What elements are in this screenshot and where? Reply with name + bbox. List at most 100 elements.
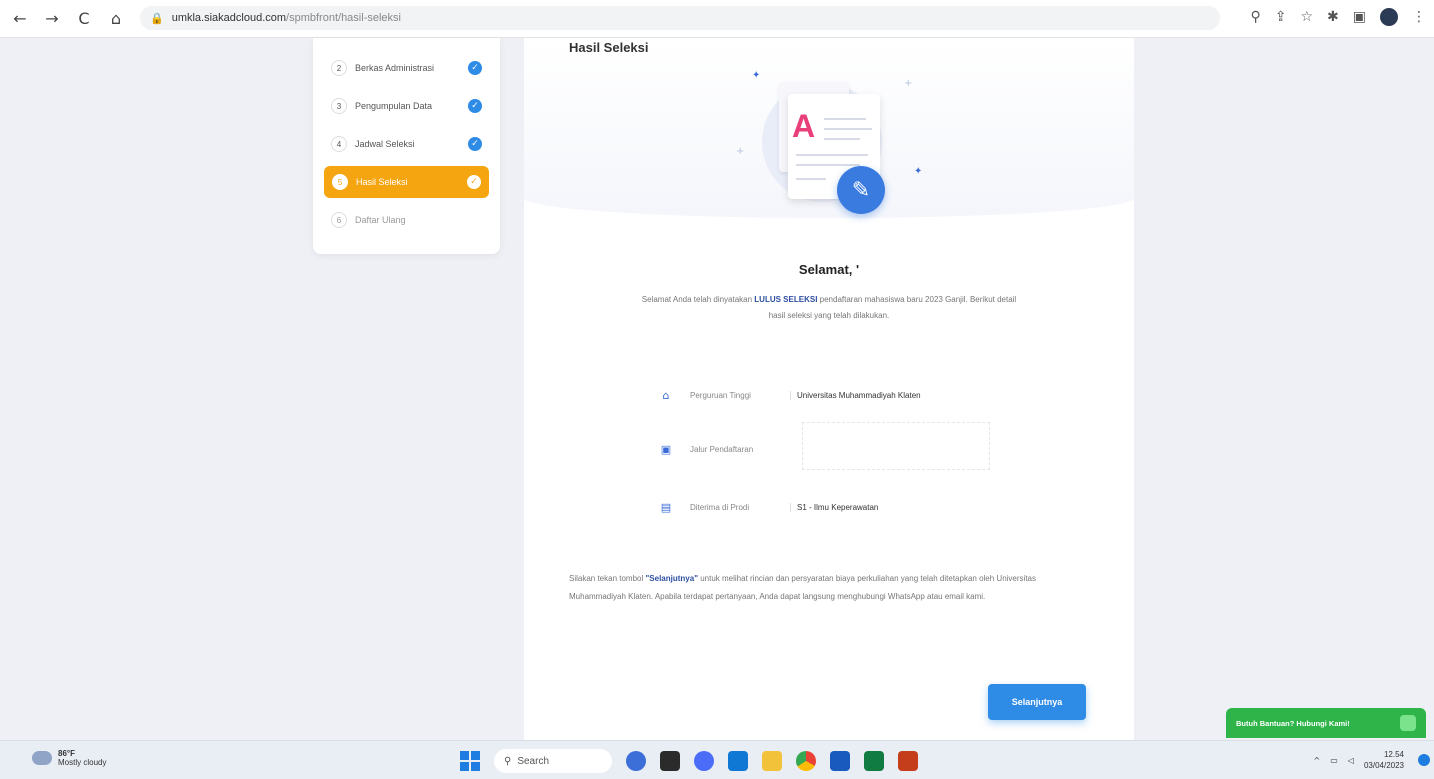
info-label: Diterima di Prodi bbox=[690, 502, 750, 512]
step-pengumpulan-data[interactable]: 3 Pengumpulan Data ✓ bbox=[323, 90, 490, 122]
doc-line bbox=[824, 128, 872, 130]
chat-icon[interactable] bbox=[694, 751, 714, 771]
step-number: 4 bbox=[331, 136, 347, 152]
next-button[interactable]: Selanjutnya bbox=[988, 684, 1086, 720]
chrome-icon[interactable] bbox=[796, 751, 816, 771]
temperature: 86°F bbox=[58, 749, 75, 758]
doc-line bbox=[824, 118, 866, 120]
check-icon: ✓ bbox=[468, 61, 482, 75]
note-text: Silakan tekan tombol bbox=[569, 574, 646, 583]
step-number: 2 bbox=[331, 60, 347, 76]
doc-line bbox=[796, 164, 860, 166]
menu-icon[interactable]: ⋮ bbox=[1412, 9, 1426, 25]
pen-icon: ✎ bbox=[837, 166, 885, 214]
lock-icon: 🔒 bbox=[150, 11, 164, 25]
volume-icon[interactable]: ◁ bbox=[1348, 756, 1354, 765]
sparkle-icon: ✦ bbox=[752, 70, 761, 81]
taskview-icon[interactable] bbox=[660, 751, 680, 771]
search-label: Search bbox=[517, 755, 550, 767]
info-row-university: ⌂ Perguruan Tinggi Universitas Muhammadi… bbox=[658, 384, 921, 406]
doc-line bbox=[796, 178, 826, 180]
weather-condition: Mostly cloudy bbox=[58, 758, 107, 767]
weather-widget[interactable]: 86°F Mostly cloudy bbox=[32, 749, 106, 767]
step-label: Hasil Seleksi bbox=[356, 177, 408, 187]
profile-avatar[interactable] bbox=[1380, 8, 1398, 26]
step-daftar-ulang[interactable]: 6 Daftar Ulang bbox=[323, 204, 490, 236]
sidepanel-icon[interactable]: ▣ bbox=[1353, 9, 1366, 25]
reload-icon[interactable]: C bbox=[72, 7, 96, 31]
notification-icon[interactable] bbox=[1418, 754, 1430, 766]
taskbar-apps: ⚲ Search bbox=[460, 749, 918, 773]
step-label: Pengumpulan Data bbox=[355, 101, 433, 111]
windows-taskbar: 86°F Mostly cloudy ⚲ Search ^ ▭ ◁ 12.54 … bbox=[0, 740, 1434, 779]
chevron-up-icon[interactable]: ^ bbox=[1314, 756, 1321, 765]
whatsapp-help-button[interactable]: Butuh Bantuan? Hubungi Kami! bbox=[1226, 708, 1426, 738]
desc-text: Selamat Anda telah dinyatakan bbox=[641, 295, 755, 304]
steps-sidebar: 2 Berkas Administrasi ✓ 3 Pengumpulan Da… bbox=[313, 38, 500, 254]
step-jadwal-seleksi[interactable]: 4 Jadwal Seleksi ✓ bbox=[323, 128, 490, 160]
id-card-icon: ▤ bbox=[660, 500, 672, 514]
sparkle-icon: + bbox=[904, 78, 913, 89]
address-bar[interactable]: 🔒 umkla.siakadcloud.com/spmbfront/hasil-… bbox=[140, 6, 1220, 30]
clock-time: 12.54 bbox=[1383, 750, 1404, 759]
info-row-program: ▤ Diterima di Prodi S1 - Ilmu Keperawata… bbox=[658, 496, 879, 518]
step-label: Jadwal Seleksi bbox=[355, 139, 415, 149]
file-explorer-icon[interactable] bbox=[762, 751, 782, 771]
info-label: Perguruan Tinggi bbox=[690, 390, 751, 400]
toolbar-actions: ⚲ ⇪ ☆ ✱ ▣ ⋮ bbox=[1250, 8, 1426, 26]
clock-date: 03/04/2023 bbox=[1363, 761, 1404, 770]
cloud-icon bbox=[32, 751, 52, 765]
browser-toolbar: ← → C ⌂ 🔒 umkla.siakadcloud.com/spmbfron… bbox=[0, 0, 1434, 38]
bookmark-star-icon[interactable]: ☆ bbox=[1300, 9, 1313, 25]
info-row-path: ▣ Jalur Pendaftaran bbox=[658, 438, 797, 460]
url-host: umkla.siakadcloud.com bbox=[171, 12, 287, 24]
step-label: Berkas Administrasi bbox=[355, 63, 435, 73]
step-number: 5 bbox=[332, 174, 348, 190]
grade-letter: A bbox=[792, 108, 816, 144]
back-icon[interactable]: ← bbox=[8, 7, 32, 31]
congrats-heading: Selamat, ' bbox=[798, 262, 860, 277]
info-value: Universitas Muhammadiyah Klaten bbox=[790, 390, 921, 400]
info-value: S1 - Ilmu Keperawatan bbox=[790, 502, 878, 512]
page-title: Hasil Seleksi bbox=[569, 40, 649, 55]
page: 2 Berkas Administrasi ✓ 3 Pengumpulan Da… bbox=[0, 38, 1434, 740]
home-icon[interactable]: ⌂ bbox=[104, 7, 128, 31]
bing-icon[interactable] bbox=[626, 751, 646, 771]
help-label: Butuh Bantuan? Hubungi Kami! bbox=[1236, 718, 1350, 728]
windows-start-icon[interactable] bbox=[460, 751, 480, 771]
redacted-value-box bbox=[802, 422, 990, 470]
next-step-note: Silakan tekan tombol "Selanjutnya" untuk… bbox=[569, 570, 1089, 606]
search-icon: ⚲ bbox=[504, 755, 512, 767]
whatsapp-icon bbox=[1400, 715, 1416, 731]
forward-icon[interactable]: → bbox=[40, 7, 64, 31]
check-icon: ✓ bbox=[467, 175, 481, 189]
store-icon[interactable] bbox=[728, 751, 748, 771]
sparkle-icon: ✦ bbox=[914, 166, 923, 177]
desc-status: LULUS SELEKSI bbox=[754, 295, 818, 304]
check-icon: ✓ bbox=[468, 137, 482, 151]
extensions-icon[interactable]: ✱ bbox=[1327, 9, 1339, 25]
taskbar-search[interactable]: ⚲ Search bbox=[494, 749, 612, 773]
document-icon: ▣ bbox=[660, 442, 672, 456]
powerpoint-icon[interactable] bbox=[898, 751, 918, 771]
info-label: Jalur Pendaftaran bbox=[690, 444, 754, 454]
sparkle-icon: + bbox=[736, 146, 745, 157]
step-berkas-administrasi[interactable]: 2 Berkas Administrasi ✓ bbox=[323, 52, 490, 84]
clock[interactable]: 12.54 03/04/2023 bbox=[1364, 749, 1404, 771]
url-path: /spmbfront/hasil-seleksi bbox=[286, 12, 401, 24]
network-icon[interactable]: ▭ bbox=[1330, 756, 1338, 765]
excel-icon[interactable] bbox=[864, 751, 884, 771]
system-tray: ^ ▭ ◁ 12.54 03/04/2023 bbox=[1314, 749, 1404, 771]
step-hasil-seleksi[interactable]: 5 Hasil Seleksi ✓ bbox=[324, 166, 489, 198]
step-number: 6 bbox=[331, 212, 347, 228]
check-icon: ✓ bbox=[468, 99, 482, 113]
result-description: Selamat Anda telah dinyatakan LULUS SELE… bbox=[634, 292, 1024, 324]
word-icon[interactable] bbox=[830, 751, 850, 771]
doc-line bbox=[796, 154, 868, 156]
step-label: Daftar Ulang bbox=[355, 215, 406, 225]
zoom-icon[interactable]: ⚲ bbox=[1250, 9, 1260, 25]
share-icon[interactable]: ⇪ bbox=[1275, 9, 1287, 25]
doc-line bbox=[824, 138, 860, 140]
step-number: 3 bbox=[331, 98, 347, 114]
building-icon: ⌂ bbox=[662, 388, 670, 402]
